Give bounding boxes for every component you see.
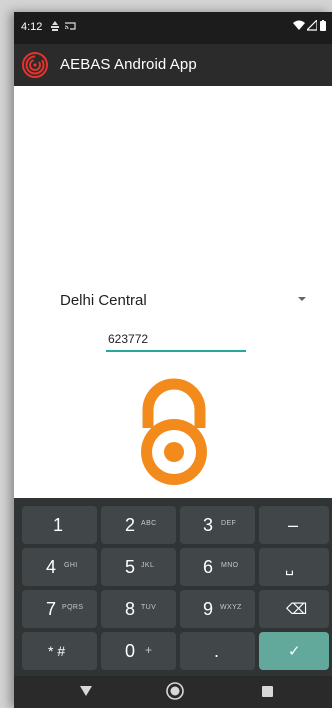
star-hash-key[interactable]: * #: [22, 632, 97, 670]
key-5[interactable]: 5 JKL: [101, 548, 176, 586]
status-time: 4:12: [21, 21, 43, 33]
key-label: 8: [125, 599, 136, 619]
key-sublabel: MNO: [221, 562, 239, 569]
space-key[interactable]: ␣: [259, 548, 329, 586]
key-label: 2: [125, 515, 136, 535]
key-sublabel: PQRS: [62, 604, 84, 611]
location-spinner[interactable]: Delhi Central: [46, 290, 306, 314]
numeric-keyboard: 1 2 ABC 3 DEF – 4 GHI 5 JKL 6 MNO ␣ 7 PQ…: [14, 498, 332, 676]
key-8[interactable]: 8 TUV: [101, 590, 176, 628]
cast-icon: [64, 20, 76, 35]
key-sublabel: DEF: [221, 520, 237, 527]
signal-icon: [305, 18, 318, 34]
home-icon[interactable]: [166, 682, 184, 700]
key-6[interactable]: 6 MNO: [180, 548, 255, 586]
key-label: 4: [46, 557, 57, 577]
key-label: 1: [53, 515, 64, 535]
key-label: .: [214, 641, 220, 661]
app-bar: AEBAS Android App: [14, 44, 332, 86]
key-label: 3: [203, 515, 214, 535]
status-bar: 4:12: [14, 12, 332, 44]
key-4[interactable]: 4 GHI: [22, 548, 97, 586]
fingerprint-icon: [22, 52, 48, 78]
device-screen: 4:12 AEBAS Android App Delhi Central 623…: [14, 12, 332, 708]
key-1[interactable]: 1: [22, 506, 97, 544]
backspace-key[interactable]: ⌫: [259, 590, 329, 628]
battery-icon: [320, 20, 326, 34]
app-title: AEBAS Android App: [60, 56, 197, 73]
lock-icon[interactable]: [132, 376, 216, 488]
key-2[interactable]: 2 ABC: [101, 506, 176, 544]
navigation-bar: [14, 676, 332, 708]
key-label: 0: [125, 641, 136, 661]
key-9[interactable]: 9 WXYZ: [180, 590, 255, 628]
location-spinner-value: Delhi Central: [60, 292, 147, 309]
wifi-icon: [293, 20, 305, 34]
period-key[interactable]: .: [180, 632, 255, 670]
key-sublabel: WXYZ: [220, 604, 242, 611]
key-sublabel: ABC: [141, 520, 157, 527]
back-icon[interactable]: [80, 686, 92, 696]
recents-icon[interactable]: [262, 686, 273, 697]
code-input[interactable]: 623772: [106, 332, 246, 352]
key-3[interactable]: 3 DEF: [180, 506, 255, 544]
key-label: * #: [48, 643, 66, 659]
dropdown-arrow-icon: [298, 297, 306, 301]
minus-key[interactable]: –: [259, 506, 329, 544]
key-label: 7: [46, 599, 57, 619]
key-sublabel: JKL: [141, 562, 155, 569]
key-sublabel: +: [145, 643, 153, 657]
main-content: Delhi Central 623772: [14, 86, 332, 498]
notification-icon: [49, 20, 61, 35]
key-label: 9: [203, 599, 214, 619]
done-key[interactable]: ✓: [259, 632, 329, 670]
backspace-icon: ⌫: [286, 601, 308, 618]
code-input-value: 623772: [108, 332, 149, 346]
key-sublabel: TUV: [141, 604, 157, 611]
key-label: 5: [125, 557, 136, 577]
checkmark-icon: ✓: [288, 643, 301, 660]
key-7[interactable]: 7 PQRS: [22, 590, 97, 628]
space-icon: ␣: [285, 559, 294, 575]
key-label: –: [288, 515, 299, 535]
key-sublabel: GHI: [64, 562, 78, 569]
key-0[interactable]: 0 +: [101, 632, 176, 670]
key-label: 6: [203, 557, 214, 577]
